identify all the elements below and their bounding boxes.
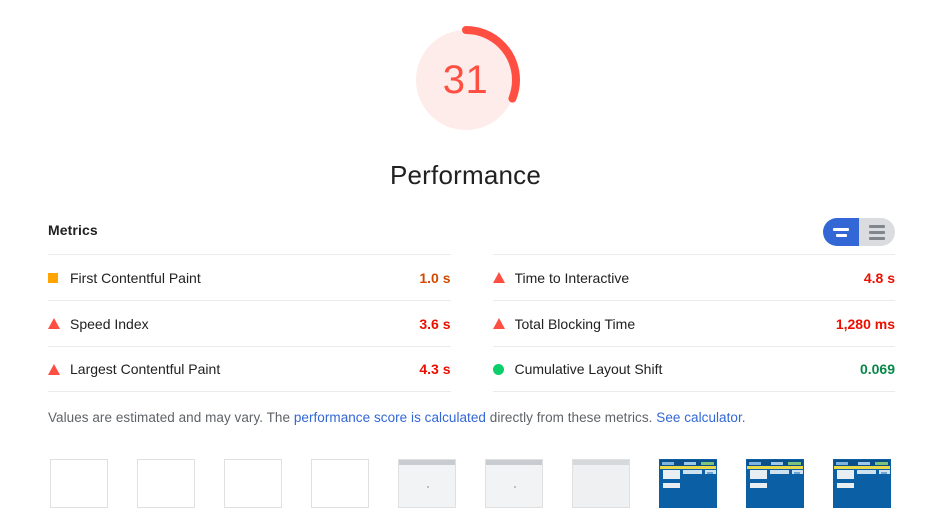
- metric-row[interactable]: Cumulative Layout Shift 0.069: [492, 346, 895, 392]
- metric-value: 1.0 s: [419, 269, 451, 286]
- metric-icon-wrap: [492, 363, 515, 375]
- metric-icon-wrap: [48, 272, 70, 283]
- metric-label: Speed Index: [70, 315, 149, 332]
- filmstrip-frame[interactable]: [572, 459, 630, 508]
- metric-score-square-icon: [48, 272, 58, 283]
- filmstrip-frame[interactable]: [311, 459, 369, 508]
- metric-label: Time to Interactive: [514, 269, 630, 286]
- metric-label: Largest Contentful Paint: [70, 361, 221, 377]
- frame-tile: [794, 472, 800, 474]
- metric-icon-wrap: [48, 318, 70, 329]
- metric-score-triangle-icon: [48, 363, 60, 375]
- metric-value: 3.6 s: [419, 315, 451, 332]
- metric-score-triangle-icon: [48, 318, 60, 329]
- filmstrip-frame[interactable]: [50, 459, 108, 508]
- frame-header-right: [788, 461, 801, 465]
- disclaimer-text-middle: directly from these metrics.: [485, 410, 657, 425]
- list-icon-line-2: [869, 230, 885, 234]
- frame-tile: [837, 483, 854, 488]
- filmstrip-view-toggle-button[interactable]: [823, 218, 859, 246]
- frame-accent-bar: [660, 466, 716, 469]
- frame-header-left: [662, 461, 674, 465]
- metric-label: Total Blocking Time: [514, 315, 636, 332]
- performance-score-calculated-link[interactable]: performance score is calculated: [294, 410, 486, 425]
- score-value: 31: [442, 58, 489, 102]
- frame-header-right: [875, 461, 888, 465]
- metric-row[interactable]: Speed Index 3.6 s: [48, 300, 451, 346]
- metric-value: 4.3 s: [419, 361, 451, 377]
- frame-header-left: [836, 461, 848, 465]
- metrics-column-left: First Contentful Paint 1.0 s Speed Index 3.…: [48, 254, 451, 392]
- metrics-heading: Metrics: [48, 222, 98, 238]
- frame-tile: [750, 483, 767, 488]
- frame-topbar: [573, 460, 629, 465]
- performance-gauge-section: 31 Performance: [0, 24, 931, 191]
- frame-header-left: [749, 461, 761, 465]
- metrics-column-right: Time to Interactive 4.8 s Total Blocking T…: [492, 254, 895, 392]
- see-calculator-link[interactable]: See calculator.: [656, 410, 745, 425]
- filmstrip-icon-line-1: [833, 227, 849, 231]
- metric-label: First Contentful Paint: [70, 269, 201, 286]
- list-view-toggle-button[interactable]: [859, 218, 895, 246]
- frame-header-center: [858, 461, 870, 465]
- filmstrip-icon-line-2: [835, 233, 847, 237]
- metric-score-circle-icon: [492, 363, 504, 375]
- metrics-disclaimer: Values are estimated and may vary. The p…: [48, 410, 746, 425]
- filmstrip-frame[interactable]: [485, 459, 543, 508]
- frame-dot: [514, 485, 516, 488]
- filmstrip-frame[interactable]: [833, 459, 891, 508]
- frame-tile: [707, 472, 713, 474]
- metric-row[interactable]: First Contentful Paint 1.0 s: [48, 254, 451, 300]
- frame-tile: [857, 470, 876, 474]
- frame-header-center: [771, 461, 783, 465]
- metric-score-triangle-icon: [492, 318, 505, 329]
- score-gauge[interactable]: 31: [410, 24, 522, 136]
- frame-accent-bar: [747, 466, 803, 469]
- filmstrip-frame[interactable]: [398, 459, 456, 508]
- disclaimer-text-before: Values are estimated and may vary. The: [48, 410, 294, 425]
- frame-header-right: [701, 461, 714, 465]
- metric-row[interactable]: Total Blocking Time 1,280 ms: [492, 300, 895, 346]
- frame-tile: [770, 470, 789, 474]
- frame-tile: [750, 470, 767, 479]
- metrics-columns: First Contentful Paint 1.0 s Speed Index 3.…: [48, 254, 895, 392]
- frame-tile: [881, 472, 887, 474]
- metrics-section: Metrics First Contentful Paint 1.0 s Speed…: [48, 218, 895, 392]
- filmstrip-frame[interactable]: [137, 459, 195, 508]
- metric-icon-wrap: [492, 272, 515, 283]
- list-icon-line-1: [869, 224, 885, 228]
- frame-tile: [663, 483, 680, 488]
- frame-tile: [837, 470, 854, 479]
- frame-tile: [683, 470, 702, 474]
- category-title: Performance: [389, 160, 542, 190]
- metric-value: 4.8 s: [863, 269, 895, 286]
- metrics-view-toggle[interactable]: [823, 218, 895, 246]
- frame-topbar: [399, 460, 455, 465]
- frame-topbar: [486, 460, 542, 465]
- filmstrip-frame[interactable]: [746, 459, 804, 508]
- filmstrip-thumbnails: [50, 459, 891, 508]
- metric-label: Cumulative Layout Shift: [514, 361, 663, 377]
- metrics-header: Metrics: [48, 218, 895, 254]
- lighthouse-performance-report: 31 Performance Metrics First Contentful …: [0, 0, 931, 522]
- metric-row[interactable]: Time to Interactive 4.8 s: [492, 254, 895, 300]
- list-icon-line-3: [869, 236, 885, 240]
- frame-dot: [427, 485, 429, 488]
- frame-tile: [663, 470, 680, 479]
- filmstrip-frame[interactable]: [224, 459, 282, 508]
- filmstrip-frame[interactable]: [659, 459, 717, 508]
- frame-header-center: [684, 461, 696, 465]
- frame-accent-bar: [834, 466, 890, 469]
- metric-icon-wrap: [492, 318, 515, 329]
- metric-value: 1,280 ms: [835, 315, 895, 332]
- metric-row[interactable]: Largest Contentful Paint 4.3 s: [48, 346, 451, 392]
- metric-score-triangle-icon: [492, 272, 505, 283]
- metric-value: 0.069: [859, 361, 895, 377]
- metric-icon-wrap: [48, 363, 70, 375]
